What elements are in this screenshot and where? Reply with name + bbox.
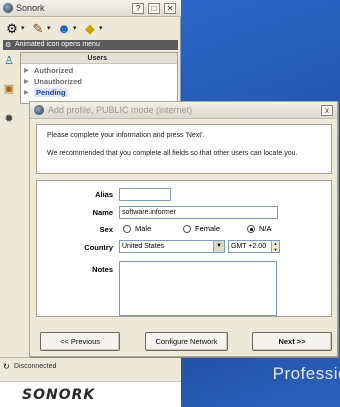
name-label: Name	[92, 208, 113, 217]
add-profile-dialog: Add profile, PUBLIC mode (internet) x Pl…	[29, 101, 338, 357]
group-unauthorized[interactable]: ▶ Unauthorized	[23, 77, 82, 87]
sidebar-icons: ♙ ▣ ✹	[2, 52, 18, 142]
dialog-close-button[interactable]: x	[321, 105, 333, 116]
alias-input[interactable]	[119, 188, 171, 201]
note-icon: ◆	[85, 21, 95, 36]
close-button[interactable]: ✕	[164, 3, 176, 14]
maximize-button[interactable]: □	[148, 3, 160, 14]
chevron-down-icon: ▾	[47, 25, 51, 32]
sex-male-radio[interactable]: Male	[123, 224, 151, 234]
logo-bar: SONORK	[0, 381, 181, 407]
desktop-brand-text: Professio	[272, 364, 340, 383]
main-window-title: Sonork	[16, 3, 45, 13]
notes-label: Notes	[92, 265, 113, 274]
sonork-logo: SONORK	[22, 387, 96, 403]
main-titlebar: Sonork ? □ ✕	[0, 0, 181, 17]
dialog-titlebar: Add profile, PUBLIC mode (internet) x	[30, 102, 337, 119]
previous-button[interactable]: << Previous	[40, 332, 120, 351]
chevron-down-icon: ▾	[21, 25, 25, 32]
radio-label: Female	[195, 224, 221, 233]
intro-line-1: Please complete your information and pre…	[47, 132, 205, 139]
status-bar: ↻ Disconnected	[0, 357, 181, 381]
timezone-value: GMT +2.00	[231, 243, 267, 250]
connection-icon: ↻	[3, 362, 10, 371]
users-menu-button[interactable]: ☻ ▾	[56, 21, 80, 37]
profile-form: Alias Name software.informer Sex Male Fe…	[36, 180, 332, 317]
radio-dot	[247, 225, 255, 233]
intro-line-2: We recommended that you complete all fie…	[47, 150, 298, 157]
help-button[interactable]: ?	[132, 3, 144, 14]
chevron-down-icon: ▾	[73, 25, 77, 32]
intro-panel: Please complete your information and pre…	[36, 124, 332, 174]
expand-arrow-icon: ▶	[24, 90, 29, 96]
tools-menu-button[interactable]: ✎ ▾	[30, 21, 54, 37]
connection-status: Disconnected	[14, 363, 57, 370]
users-panel: Users ▶ Authorized ▶ Unauthorized ▶ Pend…	[20, 52, 178, 104]
folder-icon[interactable]: ▣	[2, 82, 16, 96]
expand-arrow-icon: ▶	[24, 79, 29, 85]
radio-label: N/A	[259, 224, 272, 233]
users-icon: ☻	[57, 21, 71, 36]
sonork-app-icon	[34, 105, 44, 115]
group-authorized[interactable]: ▶ Authorized	[23, 66, 73, 76]
gears-icon: ⚙	[6, 21, 18, 36]
group-label: Unauthorized	[34, 77, 82, 86]
radio-dot	[123, 225, 131, 233]
country-select[interactable]: United States ▼	[119, 240, 225, 253]
banner-text: Animated icon opens menu	[15, 41, 100, 48]
alias-label: Alias	[95, 190, 113, 199]
user-icon[interactable]: ♙	[2, 54, 16, 68]
group-label: Authorized	[34, 66, 74, 75]
radio-dot	[183, 225, 191, 233]
sex-female-radio[interactable]: Female	[183, 224, 220, 234]
country-label: Country	[84, 243, 113, 252]
chevron-down-icon[interactable]: ▼	[213, 241, 224, 252]
users-header: Users	[21, 53, 177, 64]
main-toolbar: ⚙ ▾ ✎ ▾ ☻ ▾ ◆ ▾	[0, 18, 181, 40]
expand-arrow-icon: ▶	[24, 68, 29, 74]
sex-na-radio[interactable]: N/A	[247, 224, 272, 234]
settings-icon[interactable]: ✹	[2, 112, 16, 126]
group-pending[interactable]: ▶ Pending	[23, 88, 68, 98]
dialog-title: Add profile, PUBLIC mode (internet)	[48, 105, 193, 115]
country-value: United States	[122, 243, 165, 250]
info-icon: ⚙	[5, 42, 12, 49]
radio-label: Male	[135, 224, 152, 233]
sex-label: Sex	[99, 225, 113, 234]
tools-icon: ✎	[32, 21, 44, 36]
sonork-app-icon[interactable]	[3, 3, 13, 13]
gears-menu-button[interactable]: ⚙ ▾	[4, 21, 28, 37]
next-button[interactable]: Next >>	[252, 332, 332, 351]
configure-network-button[interactable]: Configure Network	[145, 332, 228, 351]
chevron-down-icon: ▾	[99, 25, 103, 32]
group-label: Pending	[34, 88, 68, 97]
name-input[interactable]: software.informer	[119, 206, 278, 219]
animated-icon-banner: ⚙ Animated icon opens menu	[3, 40, 178, 50]
notes-menu-button[interactable]: ◆ ▾	[82, 21, 106, 37]
timezone-spinner[interactable]: GMT +2.00 ▲ ▼	[228, 240, 280, 253]
notes-textarea[interactable]	[119, 261, 277, 316]
spinner-arrows-icon[interactable]: ▲ ▼	[271, 241, 279, 252]
